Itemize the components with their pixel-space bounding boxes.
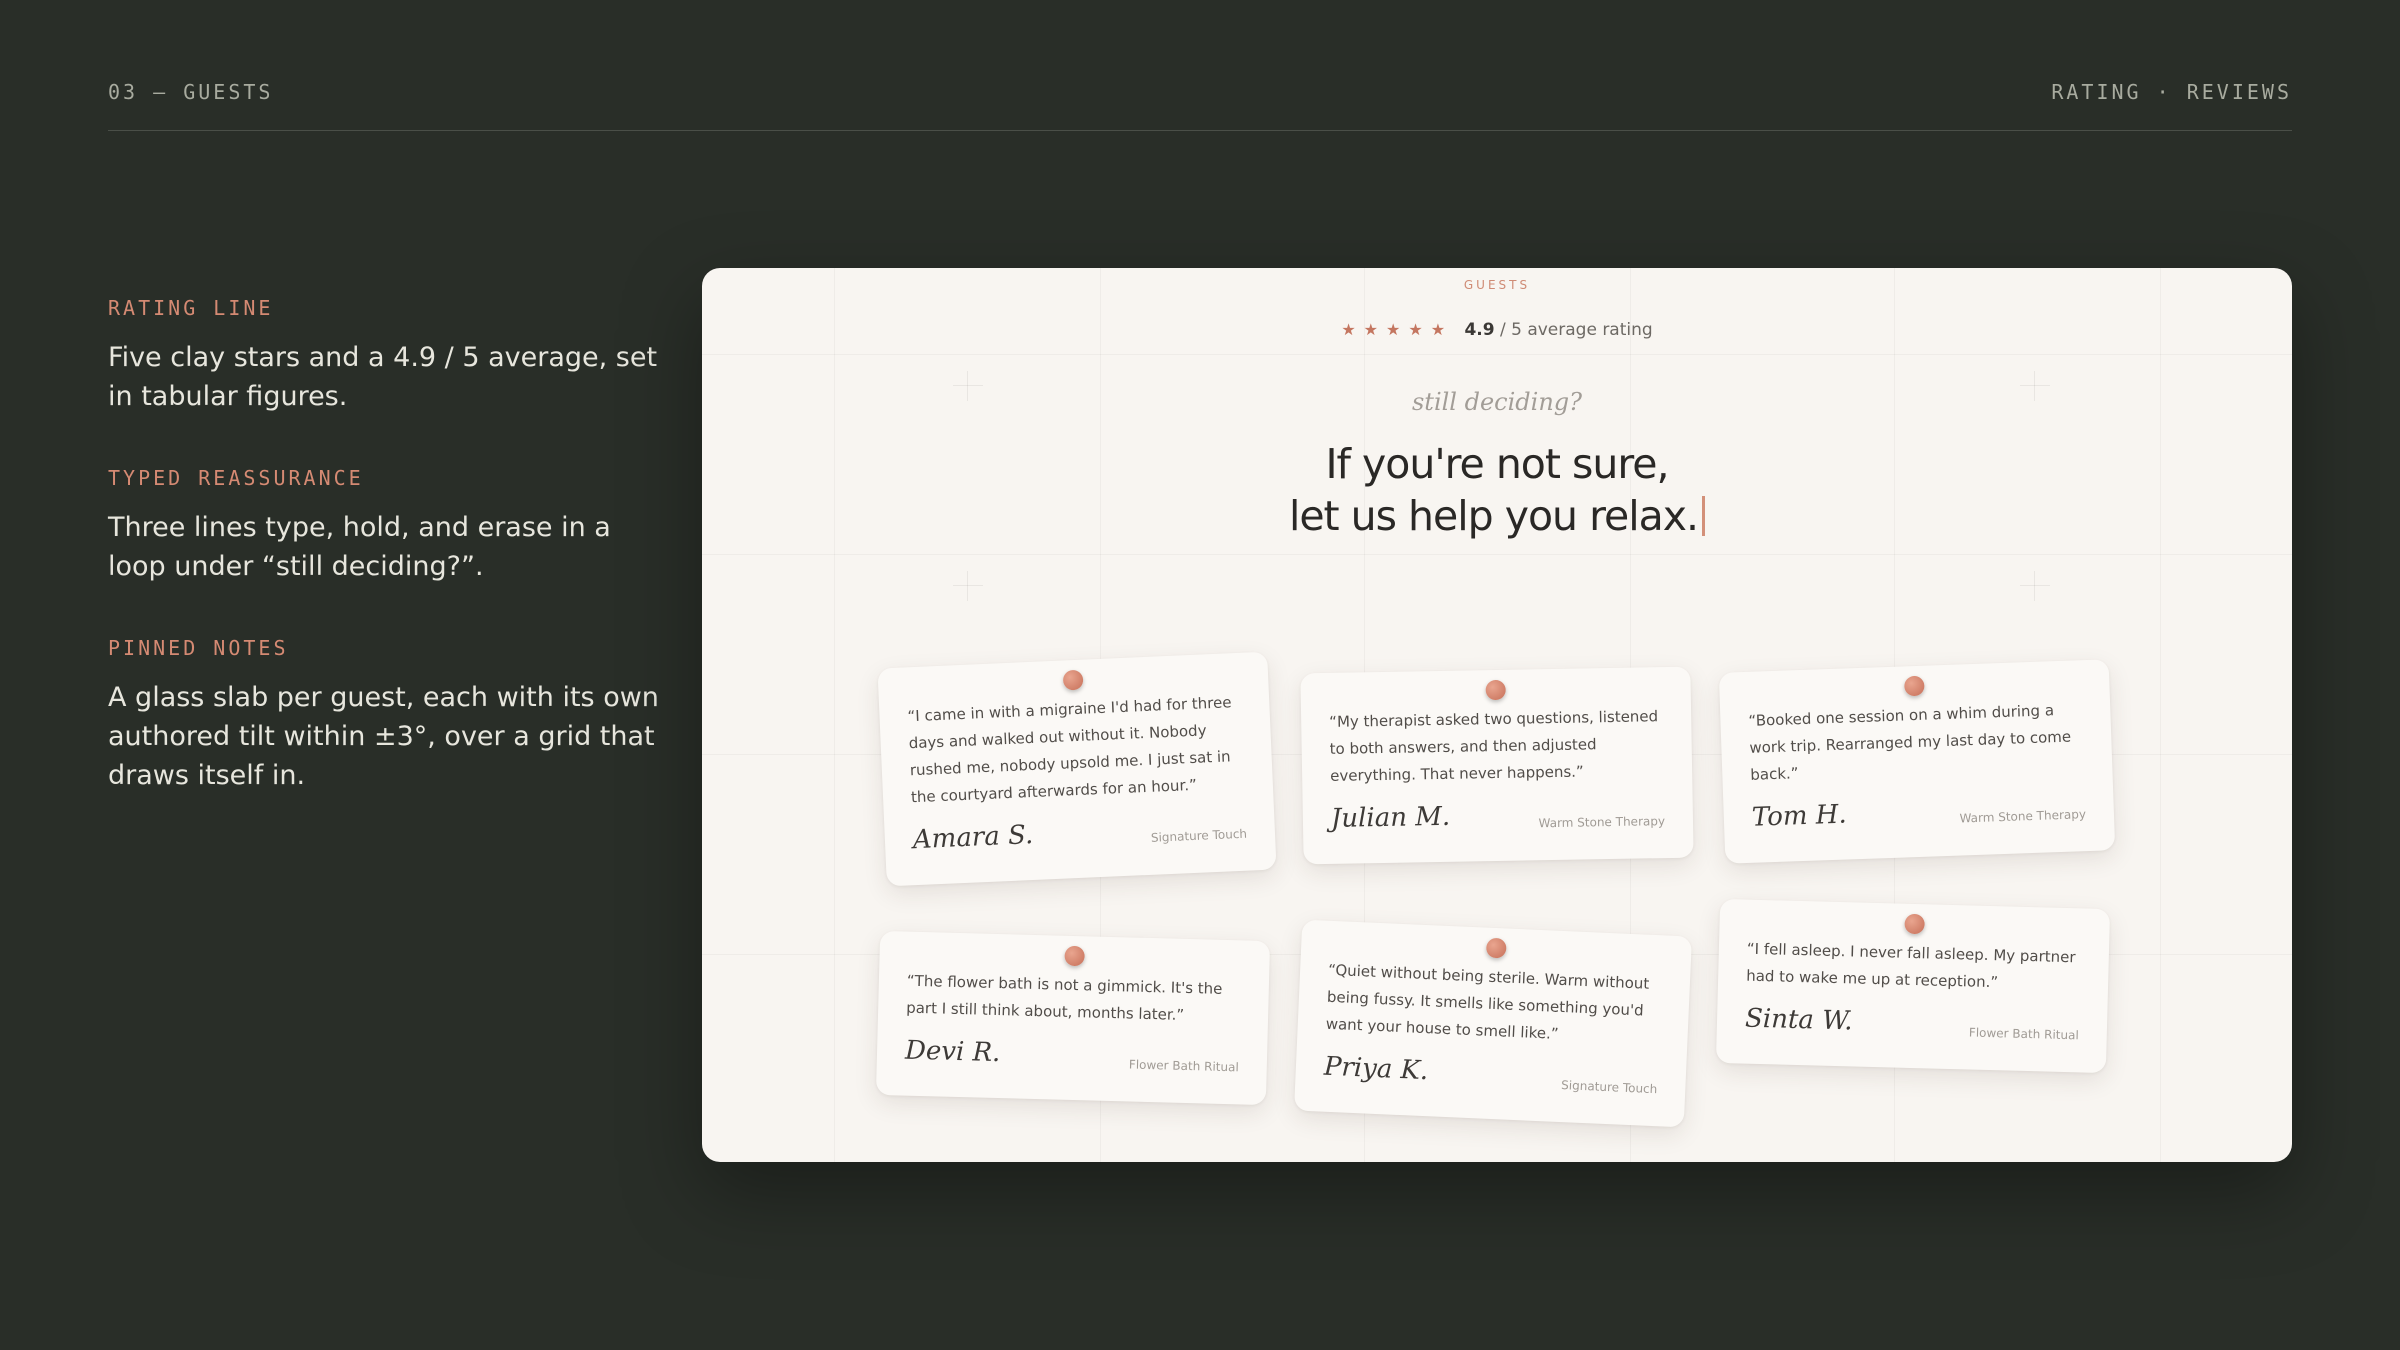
pin-icon — [1062, 669, 1084, 691]
guest-name: Devi R. — [904, 1035, 1001, 1069]
typed-headline: If you're not sure, let us help you rela… — [702, 438, 2292, 542]
note-label: PINNED NOTES — [108, 636, 289, 660]
service-name: Signature Touch — [1560, 1078, 1658, 1097]
service-name: Warm Stone Therapy — [1959, 807, 2087, 826]
testimonial-card: “Booked one session on a whim during a w… — [1718, 659, 2116, 864]
testimonial-quote: “Booked one session on a whim during a w… — [1748, 701, 2072, 784]
section-meta: RATING · REVIEWS — [2051, 80, 2292, 104]
note-label: RATING LINE — [108, 296, 274, 320]
service-name: Signature Touch — [1150, 826, 1248, 845]
note-typed-reassurance: TYPED REASSURANCE Three lines type, hold… — [108, 466, 668, 586]
testimonial-card: “Quiet without being sterile. Warm witho… — [1294, 919, 1692, 1128]
testimonial-quote: “I came in with a migraine I'd had for t… — [907, 693, 1232, 807]
section-label: 03 — GUESTS — [108, 80, 274, 104]
headline-line-1: If you're not sure, — [1325, 440, 1669, 488]
rating-line: ★★★★★ 4.9 / 5 average rating — [702, 320, 2292, 340]
grid-plus-icon — [2020, 571, 2050, 601]
pin-icon — [1485, 937, 1507, 959]
service-name: Warm Stone Therapy — [1538, 814, 1666, 831]
guest-name: Sinta W. — [1744, 1003, 1853, 1037]
testimonial-card: “I fell asleep. I never fall asleep. My … — [1715, 898, 2111, 1074]
headline-line-2: let us help you relax. — [702, 490, 2292, 542]
service-name: Flower Bath Ritual — [1128, 1057, 1239, 1075]
testimonial-card: “The flower bath is not a gimmick. It's … — [875, 930, 1271, 1106]
testimonial-quote: “My therapist asked two questions, liste… — [1329, 707, 1659, 785]
panel-eyebrow: GUESTS — [1463, 278, 1531, 292]
testimonial-quote: “The flower bath is not a gimmick. It's … — [905, 971, 1223, 1024]
testimonial-signature: Devi R. Flower Bath Ritual — [905, 1036, 1240, 1081]
pin-icon — [1064, 945, 1085, 967]
still-deciding-script: still deciding? — [1411, 388, 1583, 416]
preview-panel: GUESTS ★★★★★ 4.9 / 5 average rating stil… — [702, 268, 2292, 1162]
note-text: A glass slab per guest, each with its ow… — [108, 682, 659, 791]
annotation-list: RATING LINE Five clay stars and a 4.9 / … — [108, 296, 668, 845]
headline-line-2-text: let us help you relax. — [1288, 492, 1699, 540]
service-name: Flower Bath Ritual — [1968, 1025, 2079, 1043]
guest-name: Priya K. — [1323, 1051, 1429, 1087]
pin-icon — [1485, 679, 1506, 701]
testimonial-signature: Julian M. Warm Stone Therapy — [1331, 798, 1666, 840]
typing-cursor — [1702, 496, 1706, 536]
rating-suffix: / 5 average rating — [1499, 320, 1653, 340]
pin-icon — [1904, 913, 1925, 935]
note-label: TYPED REASSURANCE — [108, 466, 364, 490]
top-bar: 03 — GUESTS RATING · REVIEWS — [108, 70, 2292, 131]
guest-name: Tom H. — [1751, 799, 1848, 833]
testimonial-signature: Tom H. Warm Stone Therapy — [1751, 791, 2086, 839]
pin-icon — [1904, 675, 1925, 697]
note-rating-line: RATING LINE Five clay stars and a 4.9 / … — [108, 296, 668, 416]
testimonial-card: “I came in with a migraine I'd had for t… — [877, 651, 1277, 887]
testimonial-quote: “Quiet without being sterile. Warm witho… — [1325, 960, 1650, 1043]
testimonial-signature: Sinta W. Flower Bath Ritual — [1745, 1004, 2080, 1049]
note-text: Three lines type, hold, and erase in a l… — [108, 512, 611, 582]
guest-name: Amara S. — [912, 819, 1034, 856]
testimonial-card: “My therapist asked two questions, liste… — [1300, 666, 1694, 865]
grid-plus-icon — [953, 571, 983, 601]
testimonial-signature: Priya K. Signature Touch — [1323, 1052, 1658, 1103]
note-text: Five clay stars and a 4.9 / 5 average, s… — [108, 342, 658, 412]
rating-value: 4.9 — [1464, 320, 1495, 340]
guest-name: Julian M. — [1330, 801, 1451, 834]
grid-line — [702, 554, 2292, 555]
star-icons: ★★★★★ — [1341, 320, 1454, 339]
testimonial-signature: Amara S. Signature Touch — [912, 811, 1247, 862]
note-pinned-notes: PINNED NOTES A glass slab per guest, eac… — [108, 636, 668, 795]
grid-line — [702, 354, 2292, 355]
testimonial-quote: “I fell asleep. I never fall asleep. My … — [1745, 939, 2076, 992]
